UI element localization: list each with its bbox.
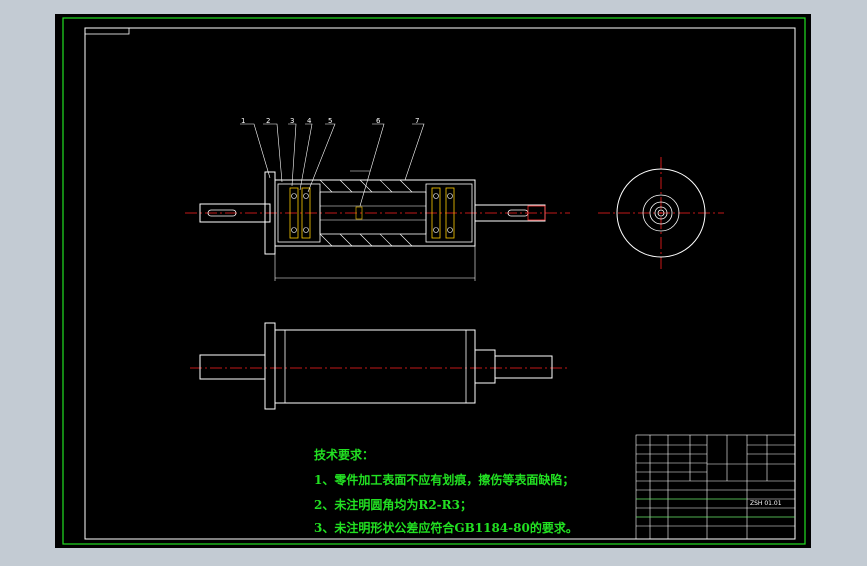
technical-note-1: 1、零件加工表面不应有划痕，擦伤等表面缺陷； (314, 473, 575, 487)
balloon-6: 6 (376, 117, 381, 125)
balloon-7: 7 (415, 117, 420, 125)
balloon-1: 1 (241, 117, 246, 125)
balloon-3: 3 (290, 117, 295, 125)
balloon-4: 4 (307, 117, 312, 125)
technical-note-2: 2、未注明圆角均为R2-R3； (314, 498, 472, 512)
balloon-2: 2 (266, 117, 271, 125)
drawing-canvas (55, 14, 811, 548)
balloon-5: 5 (328, 117, 333, 125)
technical-notes-title: 技术要求： (314, 448, 375, 462)
drawing-number: ZSH 01.01 (750, 500, 782, 507)
cad-viewport: 1 2 3 4 5 6 7 技术要求： 1、零件加工表面不应有划痕，擦伤等表面缺… (0, 0, 867, 562)
technical-note-3: 3、未注明形状公差应符合GB1184-80的要求。 (314, 521, 578, 535)
